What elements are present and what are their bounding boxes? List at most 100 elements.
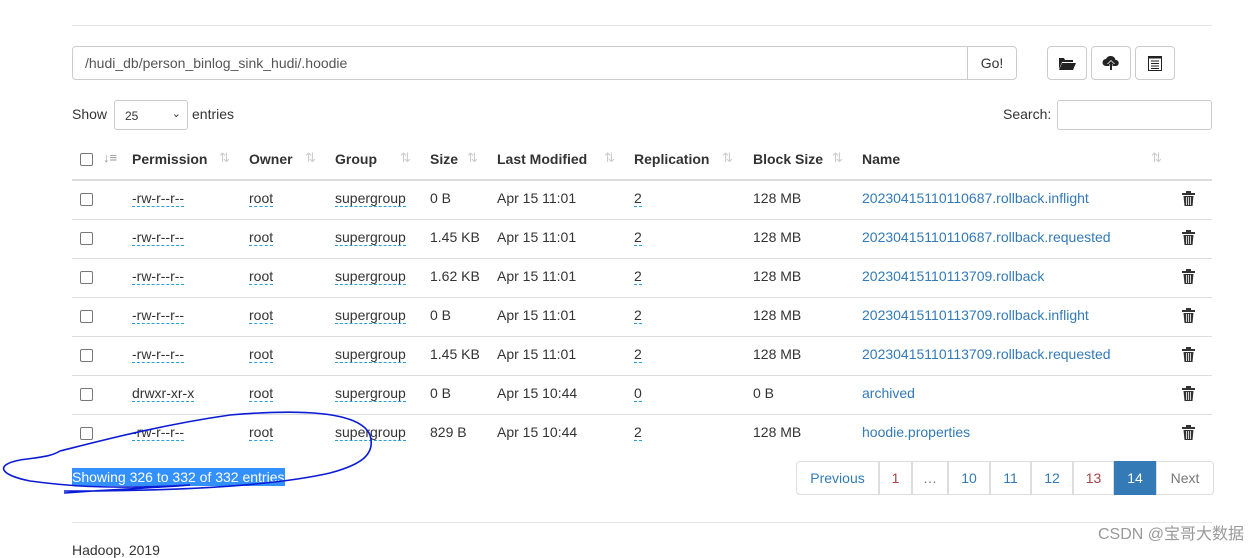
page-button[interactable]: Next	[1156, 461, 1214, 495]
page-button[interactable]: 1	[879, 461, 912, 495]
trash-icon[interactable]	[1182, 230, 1195, 245]
replication-link[interactable]: 2	[634, 229, 642, 246]
row-checkbox[interactable]	[80, 271, 93, 284]
block-size-cell: 128 MB	[753, 229, 802, 245]
row-checkbox[interactable]	[80, 310, 93, 323]
column-header[interactable]: Replication	[634, 151, 709, 167]
column-header[interactable]: Permission	[132, 151, 207, 167]
owner-link[interactable]: root	[249, 346, 274, 363]
column-header[interactable]: Group	[335, 151, 377, 167]
size-cell: 1.45 KB	[430, 229, 480, 245]
trash-icon[interactable]	[1182, 386, 1195, 401]
page-button[interactable]: …	[912, 461, 948, 495]
sort-icon[interactable]: ⇅	[722, 150, 733, 166]
replication-link[interactable]: 0	[634, 385, 642, 402]
file-name-link[interactable]: 20230415110113709.rollback.requested	[862, 346, 1111, 362]
divider	[72, 25, 1212, 26]
group-link[interactable]: supergroup	[335, 385, 406, 402]
file-name-link[interactable]: 20230415110110687.rollback.requested	[862, 229, 1111, 245]
sort-icon[interactable]: ⇅	[604, 150, 615, 166]
sort-icon[interactable]: ⇅	[219, 150, 230, 166]
row-checkbox[interactable]	[80, 349, 93, 362]
permission-link[interactable]: -rw-r--r--	[132, 346, 185, 363]
folder-open-icon	[1059, 58, 1076, 70]
sort-icon[interactable]: ⇅	[832, 150, 843, 166]
row-divider	[72, 336, 1212, 337]
replication-link[interactable]: 2	[634, 424, 642, 441]
group-link[interactable]: supergroup	[335, 229, 406, 246]
permission-link[interactable]: -rw-r--r--	[132, 229, 185, 246]
permission-link[interactable]: -rw-r--r--	[132, 307, 185, 324]
page-button[interactable]: 13	[1073, 461, 1114, 495]
owner-link[interactable]: root	[249, 307, 274, 324]
show-label: Show	[72, 106, 108, 122]
file-name-link[interactable]: hoodie.properties	[862, 424, 970, 440]
owner-link[interactable]: root	[249, 268, 274, 285]
permission-link[interactable]: -rw-r--r--	[132, 268, 185, 285]
owner-link[interactable]: root	[249, 190, 274, 207]
trash-icon[interactable]	[1182, 191, 1195, 206]
modified-cell: Apr 15 10:44	[497, 424, 578, 440]
replication-link[interactable]: 2	[634, 268, 642, 285]
select-all-checkbox[interactable]	[80, 153, 93, 166]
group-link[interactable]: supergroup	[335, 190, 406, 207]
column-header[interactable]: Block Size	[753, 151, 823, 167]
file-name-link[interactable]: 20230415110113709.rollback	[862, 268, 1044, 284]
replication-link[interactable]: 2	[634, 307, 642, 324]
search-input[interactable]	[1057, 100, 1212, 130]
upload-button[interactable]	[1091, 46, 1131, 80]
trash-icon[interactable]	[1182, 308, 1195, 323]
header-divider	[72, 179, 1212, 181]
entries-label: entries	[192, 106, 235, 122]
group-link[interactable]: supergroup	[335, 307, 406, 324]
sort-icon[interactable]: ⇅	[1151, 150, 1162, 166]
row-checkbox[interactable]	[80, 232, 93, 245]
owner-link[interactable]: root	[249, 385, 274, 402]
sort-icon[interactable]: ⇅	[400, 150, 411, 166]
group-link[interactable]: supergroup	[335, 268, 406, 285]
page-button[interactable]: 11	[990, 461, 1031, 495]
column-header[interactable]: Name	[862, 151, 900, 167]
page-button[interactable]: Previous	[796, 461, 879, 495]
size-cell: 1.62 KB	[430, 268, 480, 284]
replication-link[interactable]: 2	[634, 190, 642, 207]
block-size-cell: 128 MB	[753, 268, 802, 284]
entries-value: 25	[125, 109, 139, 123]
cloud-upload-icon	[1102, 55, 1119, 70]
list-icon	[1148, 55, 1162, 71]
owner-link[interactable]: root	[249, 229, 274, 246]
sort-icon[interactable]: ⇅	[305, 150, 316, 166]
replication-link[interactable]: 2	[634, 346, 642, 363]
size-cell: 829 B	[430, 424, 467, 440]
file-name-link[interactable]: 20230415110110687.rollback.inflight	[862, 190, 1089, 206]
column-header[interactable]: Size	[430, 151, 458, 167]
trash-icon[interactable]	[1182, 425, 1195, 440]
row-checkbox[interactable]	[80, 193, 93, 206]
size-cell: 0 B	[430, 385, 452, 401]
permission-link[interactable]: drwxr-xr-x	[132, 385, 195, 402]
permission-link[interactable]: -rw-r--r--	[132, 190, 185, 207]
sort-icon[interactable]: ↓≡	[103, 150, 117, 165]
footer-text: Hadoop, 2019	[72, 542, 160, 558]
cut-paste-button[interactable]	[1135, 46, 1175, 80]
create-directory-button[interactable]	[1047, 46, 1087, 80]
row-divider	[72, 219, 1212, 220]
path-input[interactable]: /hudi_db/person_binlog_sink_hudi/.hoodie	[72, 46, 968, 80]
column-header[interactable]: Last Modified	[497, 151, 587, 167]
chevron-down-icon: ⌄	[171, 108, 181, 120]
page-button[interactable]: 12	[1031, 461, 1073, 495]
file-name-link[interactable]: archived	[862, 385, 915, 401]
go-button[interactable]: Go!	[967, 46, 1017, 80]
row-checkbox[interactable]	[80, 388, 93, 401]
column-header[interactable]: Owner	[249, 151, 293, 167]
sort-icon[interactable]: ⇅	[467, 150, 478, 166]
file-name-link[interactable]: 20230415110113709.rollback.inflight	[862, 307, 1089, 323]
entries-select[interactable]: 25 ⌄	[114, 100, 188, 130]
group-link[interactable]: supergroup	[335, 346, 406, 363]
trash-icon[interactable]	[1182, 269, 1195, 284]
page-button[interactable]: 10	[948, 461, 990, 495]
block-size-cell: 128 MB	[753, 346, 802, 362]
block-size-cell: 0 B	[753, 385, 775, 401]
page-button[interactable]: 14	[1114, 461, 1156, 495]
trash-icon[interactable]	[1182, 347, 1195, 362]
